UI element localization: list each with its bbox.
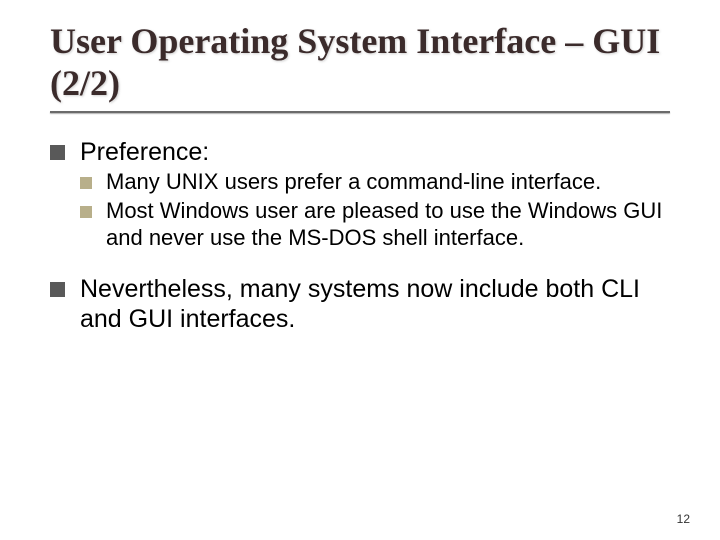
- bullet-preference: Preference: Many UNIX users prefer a com…: [50, 137, 670, 252]
- sub-bullet-unix-text: Many UNIX users prefer a command-line in…: [106, 169, 601, 194]
- slide-number: 12: [677, 512, 690, 526]
- slide: User Operating System Interface – GUI (2…: [0, 0, 720, 540]
- sub-bullet-list: Many UNIX users prefer a command-line in…: [80, 169, 670, 251]
- sub-bullet-windows: Most Windows user are pleased to use the…: [80, 198, 670, 252]
- bullet-nevertheless: Nevertheless, many systems now include b…: [50, 274, 670, 335]
- sub-bullet-unix: Many UNIX users prefer a command-line in…: [80, 169, 670, 196]
- slide-title: User Operating System Interface – GUI (2…: [50, 20, 670, 105]
- bullet-nevertheless-text: Nevertheless, many systems now include b…: [80, 275, 640, 334]
- sub-bullet-windows-text: Most Windows user are pleased to use the…: [106, 198, 662, 250]
- title-underline: [50, 111, 670, 113]
- bullet-list: Preference: Many UNIX users prefer a com…: [50, 137, 670, 335]
- slide-body: Preference: Many UNIX users prefer a com…: [50, 137, 670, 335]
- bullet-preference-label: Preference:: [80, 138, 209, 166]
